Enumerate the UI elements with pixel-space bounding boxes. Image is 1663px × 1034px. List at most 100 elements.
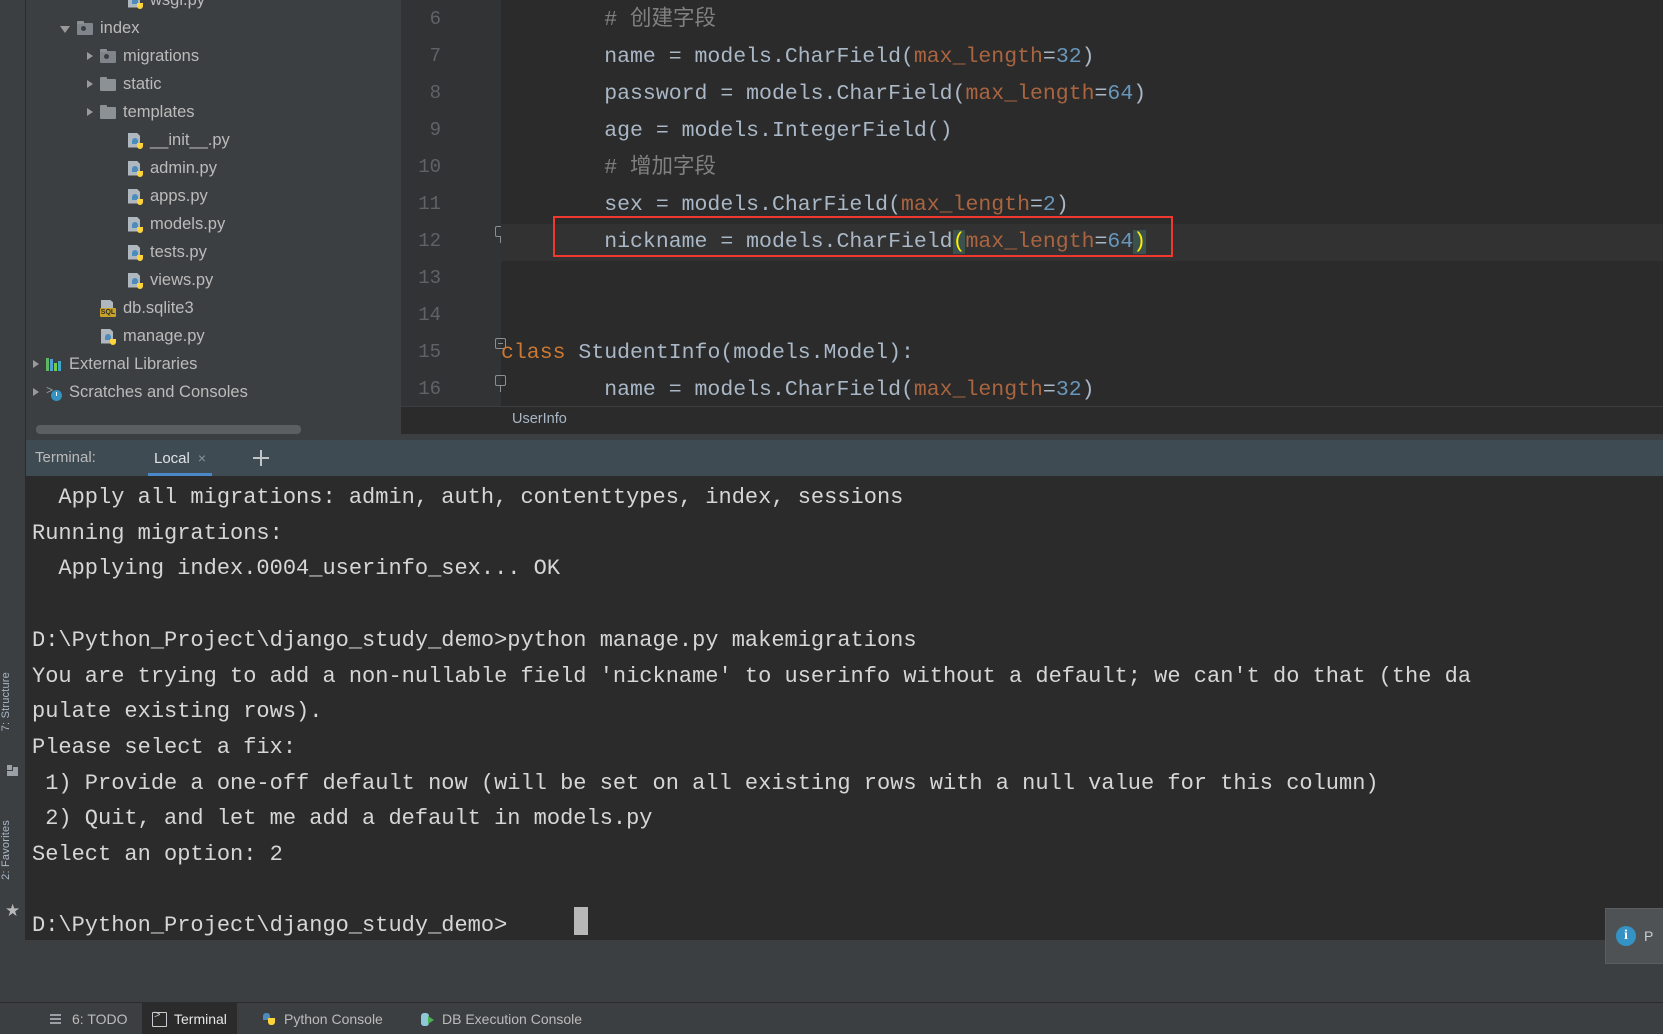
code-token: ) (1082, 45, 1095, 69)
tree-item-label: migrations (123, 47, 199, 66)
folder-icon (100, 104, 117, 121)
code-token: nickname = models.CharField (501, 230, 953, 254)
tree-item-templates[interactable]: templates (26, 98, 401, 126)
tool-window-favorites[interactable]: 2: Favorites (0, 820, 26, 880)
code-token: ) (1133, 82, 1146, 106)
code-token: 64 (1107, 82, 1133, 106)
bottom-tab-label: Python Console (284, 1011, 383, 1027)
code-token: # 创建字段 (604, 8, 716, 32)
terminal-line: D:\Python_Project\django_study_demo> (32, 908, 507, 940)
code-line[interactable]: age = models.IntegerField() (501, 113, 953, 150)
tree-item-tests-py[interactable]: tests.py (26, 238, 401, 266)
tree-item-models-py[interactable]: models.py (26, 210, 401, 238)
code-token: max_length (914, 378, 1043, 402)
tree-item-static[interactable]: static (26, 70, 401, 98)
tree-item-label: manage.py (123, 327, 205, 346)
code-line[interactable]: # 增加字段 (501, 150, 716, 187)
tree-item-label: tests.py (150, 243, 207, 262)
code-line[interactable]: name = models.CharField(max_length=32) (501, 372, 1095, 406)
line-number: 14 (401, 304, 441, 326)
code-line[interactable]: sex = models.CharField(max_length=2) (501, 187, 1069, 224)
tree-item-migrations[interactable]: migrations (26, 42, 401, 70)
tree-item-external-libraries[interactable]: External Libraries (26, 350, 401, 378)
add-terminal-tab-button[interactable] (252, 449, 270, 467)
bottom-tool-bar[interactable]: 6: TODO Terminal Python Console DB Executio… (0, 1002, 1663, 1034)
line-number: 6 (401, 8, 441, 30)
project-tree-panel[interactable]: wsgi.py index migrations static templates __i… (26, 0, 401, 440)
terminal-tab-bar[interactable]: Terminal: Local × (26, 440, 1663, 476)
code-token: 64 (1107, 230, 1133, 254)
code-token: sex = models.CharField( (501, 193, 901, 217)
terminal-line: 2) Quit, and let me add a default in mod… (32, 801, 653, 837)
editor-code-area[interactable]: # 创建字段 name = models.CharField(max_lengt… (501, 0, 1663, 406)
tree-item-label: db.sqlite3 (123, 299, 194, 318)
code-token: max_length (965, 230, 1094, 254)
tree-item-label: External Libraries (69, 355, 197, 374)
python-file-icon (127, 0, 144, 9)
code-line[interactable]: nickname = models.CharField(max_length=6… (501, 224, 1146, 261)
code-token: age = models.IntegerField() (501, 119, 953, 143)
line-number: 12 (401, 230, 441, 252)
libraries-icon (46, 356, 63, 373)
structure-icon (7, 765, 19, 777)
terminal-line: Applying index.0004_userinfo_sex... OK (32, 551, 560, 587)
tree-item--init-py[interactable]: __init__.py (26, 126, 401, 154)
python-file-icon (127, 160, 144, 177)
terminal-line: 1) Provide a one-off default now (will b… (32, 766, 1379, 802)
chevron-right-icon[interactable] (33, 360, 39, 368)
project-tree[interactable]: wsgi.py index migrations static templates __i… (26, 0, 401, 406)
code-token: ( (953, 230, 966, 254)
tool-window-structure[interactable]: 7: Structure (0, 672, 26, 731)
tree-item-wsgi-py[interactable]: wsgi.py (26, 0, 401, 14)
project-tree-hscrollbar[interactable] (36, 425, 301, 434)
code-token: = (1030, 193, 1043, 217)
left-tool-strip: 7: Structure 2: Favorites ★ (0, 0, 26, 940)
breadcrumb[interactable]: UserInfo (512, 411, 567, 427)
bottom-tab-python-console[interactable]: Python Console (252, 1003, 393, 1034)
terminal-line: Apply all migrations: admin, auth, conte… (32, 480, 903, 516)
code-token: ) (1082, 378, 1095, 402)
tree-item-db-sqlite3[interactable]: SQL db.sqlite3 (26, 294, 401, 322)
code-line[interactable]: # 创建字段 (501, 2, 716, 39)
code-token: name = models.CharField( (501, 378, 914, 402)
terminal-line: Running migrations: (32, 516, 283, 552)
editor-gutter[interactable]: 6 7 8 9 10 11 12 13 14 15 16 (401, 0, 501, 406)
notification-popup[interactable]: i P (1605, 908, 1663, 964)
tree-item-apps-py[interactable]: apps.py (26, 182, 401, 210)
tree-item-label: admin.py (150, 159, 217, 178)
chevron-right-icon[interactable] (87, 52, 93, 60)
line-number: 9 (401, 119, 441, 141)
python-file-icon (127, 244, 144, 261)
close-icon[interactable]: × (198, 451, 206, 465)
chevron-down-icon[interactable] (60, 26, 70, 33)
star-icon: ★ (5, 902, 20, 919)
tree-item-index[interactable]: index (26, 14, 401, 42)
terminal-line: Select an option: 2 (32, 837, 283, 873)
tree-item-label: static (123, 75, 162, 94)
code-token: class (501, 341, 566, 365)
terminal-tab-local[interactable]: Local × (148, 440, 212, 476)
tree-item-label: views.py (150, 271, 213, 290)
tree-item-views-py[interactable]: views.py (26, 266, 401, 294)
terminal-output[interactable]: Apply all migrations: admin, auth, conte… (26, 476, 1663, 940)
chevron-right-icon[interactable] (87, 80, 93, 88)
line-number: 15 (401, 341, 441, 363)
code-editor[interactable]: 6 7 8 9 10 11 12 13 14 15 16 # 创建字段 name = models.… (401, 0, 1663, 406)
code-token: = (1095, 82, 1108, 106)
code-token: = (1095, 230, 1108, 254)
tree-item-scratches-and-consoles[interactable]: Scratches and Consoles (26, 378, 401, 406)
chevron-right-icon[interactable] (87, 108, 93, 116)
line-number: 13 (401, 267, 441, 289)
bottom-tab-6-todo[interactable]: 6: TODO (40, 1003, 138, 1034)
tree-item-admin-py[interactable]: admin.py (26, 154, 401, 182)
tree-item-manage-py[interactable]: manage.py (26, 322, 401, 350)
code-line[interactable]: password = models.CharField(max_length=6… (501, 76, 1146, 113)
line-number: 8 (401, 82, 441, 104)
chevron-right-icon[interactable] (33, 388, 39, 396)
python-icon (262, 1012, 277, 1027)
code-line[interactable]: name = models.CharField(max_length=32) (501, 39, 1095, 76)
scratches-icon (46, 384, 63, 401)
bottom-tab-db-execution-console[interactable]: DB Execution Console (410, 1003, 592, 1034)
code-line[interactable]: class StudentInfo(models.Model): (501, 335, 914, 372)
bottom-tab-terminal[interactable]: Terminal (142, 1003, 237, 1034)
